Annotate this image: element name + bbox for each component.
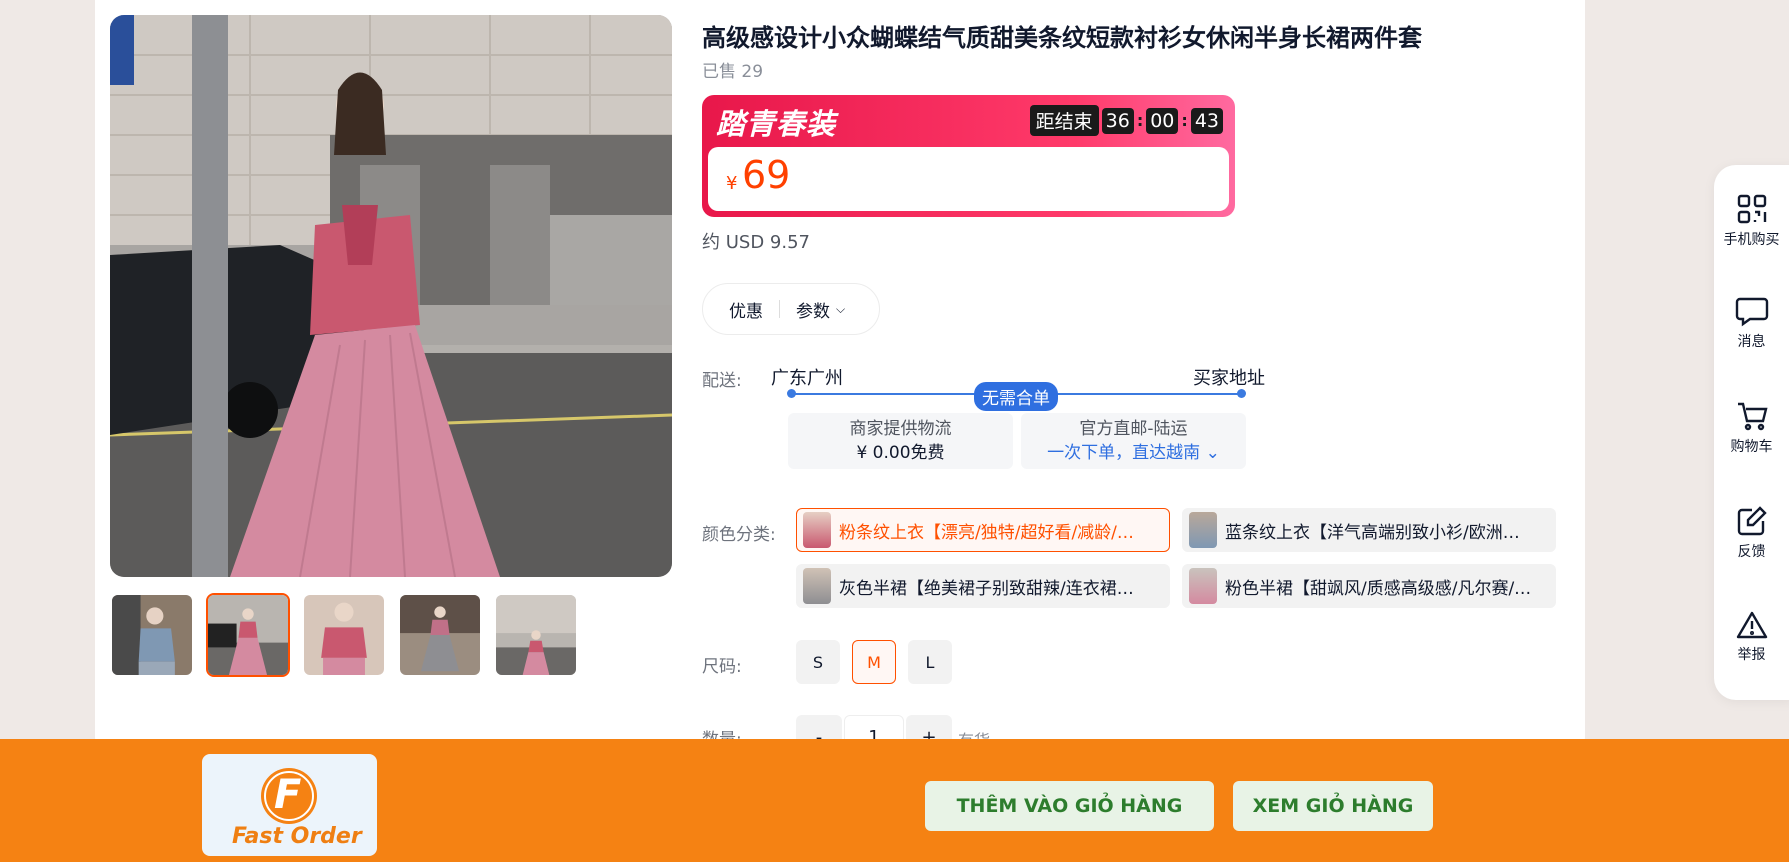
countdown-minutes: 00 bbox=[1146, 107, 1179, 134]
chat-icon bbox=[1735, 297, 1768, 327]
route-end-dot bbox=[1237, 389, 1246, 398]
chevron-down-icon[interactable]: ⌵ bbox=[836, 302, 845, 317]
sidebar-message[interactable]: 消息 bbox=[1714, 295, 1789, 351]
size-option-s[interactable]: S bbox=[796, 640, 840, 684]
thumbnail-5[interactable] bbox=[494, 593, 578, 677]
sidebar-report[interactable]: 举报 bbox=[1714, 610, 1789, 664]
color-option-blue-top[interactable]: 蓝条纹上衣【洋气高端别致小衫/欧洲… bbox=[1182, 508, 1556, 552]
sold-count: 已售 29 bbox=[702, 62, 764, 82]
edit-icon bbox=[1737, 506, 1767, 536]
sidebar-report-label: 举报 bbox=[1737, 647, 1766, 663]
thumbnail-4[interactable] bbox=[398, 593, 482, 677]
no-merge-badge: 无需合单 bbox=[974, 382, 1058, 411]
color-option-pink-top[interactable]: 粉条纹上衣【漂亮/独特/超好看/减龄/… bbox=[796, 508, 1170, 552]
sidebar-message-label: 消息 bbox=[1737, 334, 1766, 350]
price-panel: ¥ 69 bbox=[708, 147, 1229, 211]
official-shipping-detail[interactable]: 一次下单，直达越南 ⌄ bbox=[1021, 441, 1246, 465]
shipping-label: 配送: bbox=[702, 371, 742, 391]
grey-skirt-swatch bbox=[803, 568, 831, 604]
view-cart-button[interactable]: XEM GIỎ HÀNG bbox=[1233, 781, 1433, 831]
thumbnail-strip bbox=[110, 593, 578, 677]
thumbnail-2[interactable] bbox=[206, 593, 290, 677]
tab-divider bbox=[779, 300, 780, 318]
countdown-label: 距结束 bbox=[1029, 105, 1099, 136]
price-currency: ¥ bbox=[726, 173, 738, 194]
tab-params[interactable]: 参数 bbox=[796, 297, 830, 322]
color-label: 颜色分类: bbox=[702, 525, 776, 545]
countdown-seconds: 43 bbox=[1190, 107, 1223, 134]
pink-skirt-swatch bbox=[1189, 568, 1217, 604]
sidebar-feedback-label: 反馈 bbox=[1737, 544, 1766, 560]
countdown-hours: 36 bbox=[1101, 107, 1134, 134]
size-option-l[interactable]: L bbox=[908, 640, 952, 684]
ship-from: 广东广州 bbox=[771, 368, 843, 389]
merchant-logistics-fee: ¥ 0.00免费 bbox=[856, 443, 945, 463]
info-tabs: 优惠 参数 ⌵ bbox=[702, 283, 880, 335]
fast-order-letter: F bbox=[274, 772, 302, 818]
merchant-logistics-card: 商家提供物流 ¥ 0.00免费 bbox=[788, 413, 1013, 469]
color-option-grey-skirt[interactable]: 灰色半裙【绝美裙子别致甜辣/连衣裙… bbox=[796, 564, 1170, 608]
promo-title: 踏青春装 bbox=[716, 107, 837, 141]
fast-order-logo[interactable]: F Fast Order bbox=[202, 754, 377, 856]
size-label: 尺码: bbox=[702, 657, 742, 677]
main-product-image[interactable] bbox=[110, 15, 672, 577]
chevron-down-icon: ⌄ bbox=[1200, 443, 1220, 463]
official-shipping-card[interactable]: 官方直邮-陆运 一次下单，直达越南 ⌄ bbox=[1021, 413, 1246, 469]
floating-sidebar: 手机购买 消息 购物车 反馈 举报 bbox=[1714, 165, 1789, 700]
add-to-cart-button[interactable]: THÊM VÀO GIỎ HÀNG bbox=[925, 781, 1214, 831]
cart-icon bbox=[1737, 402, 1768, 431]
tab-discount[interactable]: 优惠 bbox=[729, 297, 763, 322]
countdown-timer: 距结束 36 : 00 : 43 bbox=[1029, 105, 1223, 136]
ship-to[interactable]: 买家地址 bbox=[1193, 364, 1265, 390]
route-start-dot bbox=[787, 389, 796, 398]
thumbnail-1[interactable] bbox=[110, 593, 194, 677]
usd-price: 约 USD 9.57 bbox=[702, 232, 810, 253]
countdown-sep: : bbox=[1136, 111, 1144, 130]
product-title: 高级感设计小众蝴蝶结气质甜美条纹短款衬衫女休闲半身长裙两件套 bbox=[702, 24, 1422, 52]
merchant-logistics-title: 商家提供物流 bbox=[849, 419, 952, 439]
sidebar-mobile-buy[interactable]: 手机购买 bbox=[1714, 193, 1789, 249]
official-shipping-title: 官方直邮-陆运 bbox=[1079, 419, 1188, 439]
sidebar-cart[interactable]: 购物车 bbox=[1714, 400, 1789, 456]
promo-price-box: 踏青春装 距结束 36 : 00 : 43 ¥ 69 bbox=[702, 95, 1235, 217]
qr-code-icon bbox=[1737, 194, 1766, 224]
pink-top-swatch bbox=[803, 512, 831, 548]
warning-icon bbox=[1736, 611, 1767, 639]
sidebar-cart-label: 购物车 bbox=[1730, 439, 1773, 455]
sidebar-mobile-label: 手机购买 bbox=[1723, 232, 1780, 248]
thumbnail-3[interactable] bbox=[302, 593, 386, 677]
blue-top-swatch bbox=[1189, 512, 1217, 548]
countdown-sep: : bbox=[1181, 111, 1188, 130]
size-option-m[interactable]: M bbox=[852, 640, 896, 684]
color-option-pink-skirt[interactable]: 粉色半裙【甜飒风/质感高级感/凡尔赛/… bbox=[1182, 564, 1556, 608]
fast-order-text: Fast Order bbox=[232, 824, 362, 849]
price-value: 69 bbox=[742, 153, 791, 197]
sidebar-feedback[interactable]: 反馈 bbox=[1714, 505, 1789, 561]
